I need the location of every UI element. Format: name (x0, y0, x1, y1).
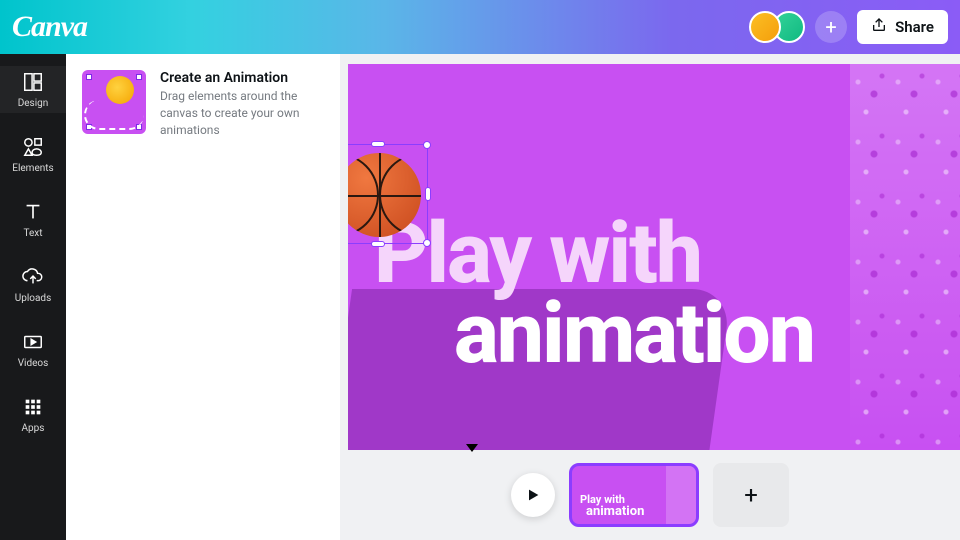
headline[interactable]: Play with animation (374, 214, 814, 374)
thumb-line2: animation (586, 505, 644, 518)
play-icon (525, 487, 541, 503)
animation-card[interactable]: Create an Animation Drag elements around… (82, 70, 324, 138)
rail-label: Videos (18, 358, 49, 369)
selected-element[interactable] (348, 144, 428, 244)
rail-uploads[interactable]: Uploads (0, 261, 66, 308)
text-icon (21, 200, 45, 224)
animation-desc: Drag elements around the canvas to creat… (160, 88, 324, 138)
resize-handle[interactable] (371, 241, 385, 247)
add-collaborator-button[interactable]: + (815, 11, 847, 43)
timeline: Play with animation + (340, 450, 960, 540)
rail-design[interactable]: Design (0, 66, 66, 113)
workspace: Play with animation (340, 54, 960, 540)
resize-handle[interactable] (423, 239, 431, 247)
animation-thumbnail (82, 70, 146, 134)
animation-title: Create an Animation (160, 70, 324, 86)
animation-info: Create an Animation Drag elements around… (160, 70, 324, 138)
design-icon (21, 70, 45, 94)
logo[interactable]: Canva (12, 10, 87, 44)
play-button[interactable] (511, 473, 555, 517)
side-panel: Create an Animation Drag elements around… (66, 54, 340, 540)
videos-icon (21, 330, 45, 354)
rail-label: Apps (22, 423, 45, 434)
rail-label: Elements (12, 163, 53, 174)
rail-apps[interactable]: Apps (0, 391, 66, 438)
rail-videos[interactable]: Videos (0, 326, 66, 373)
canvas-texture (850, 64, 960, 450)
left-rail: Design Elements Text Uploads Videos Apps (0, 54, 66, 540)
resize-handle[interactable] (371, 141, 385, 147)
headline-line2: animation (454, 294, 814, 374)
share-label: Share (895, 18, 934, 36)
collaborator-avatars[interactable] (749, 11, 805, 43)
uploads-icon (21, 265, 45, 289)
resize-handle[interactable] (423, 141, 431, 149)
headline-line1: Play with (374, 214, 814, 294)
rail-label: Design (18, 98, 49, 109)
rail-text[interactable]: Text (0, 196, 66, 243)
basketball-image[interactable] (348, 153, 421, 237)
resize-handle[interactable] (425, 187, 431, 201)
canvas[interactable]: Play with animation (348, 64, 960, 450)
add-scene-button[interactable]: + (713, 463, 789, 527)
rail-label: Uploads (15, 293, 51, 304)
playhead-icon[interactable] (466, 444, 478, 452)
share-button[interactable]: Share (857, 10, 948, 44)
rail-label: Text (23, 228, 42, 239)
topbar: Canva + Share (0, 0, 960, 54)
scene-thumbnail[interactable]: Play with animation (569, 463, 699, 527)
avatar[interactable] (749, 11, 781, 43)
rail-elements[interactable]: Elements (0, 131, 66, 178)
apps-icon (21, 395, 45, 419)
topbar-actions: + Share (749, 10, 948, 44)
canvas-area[interactable]: Play with animation (340, 54, 960, 450)
share-icon (871, 17, 887, 37)
elements-icon (21, 135, 45, 159)
